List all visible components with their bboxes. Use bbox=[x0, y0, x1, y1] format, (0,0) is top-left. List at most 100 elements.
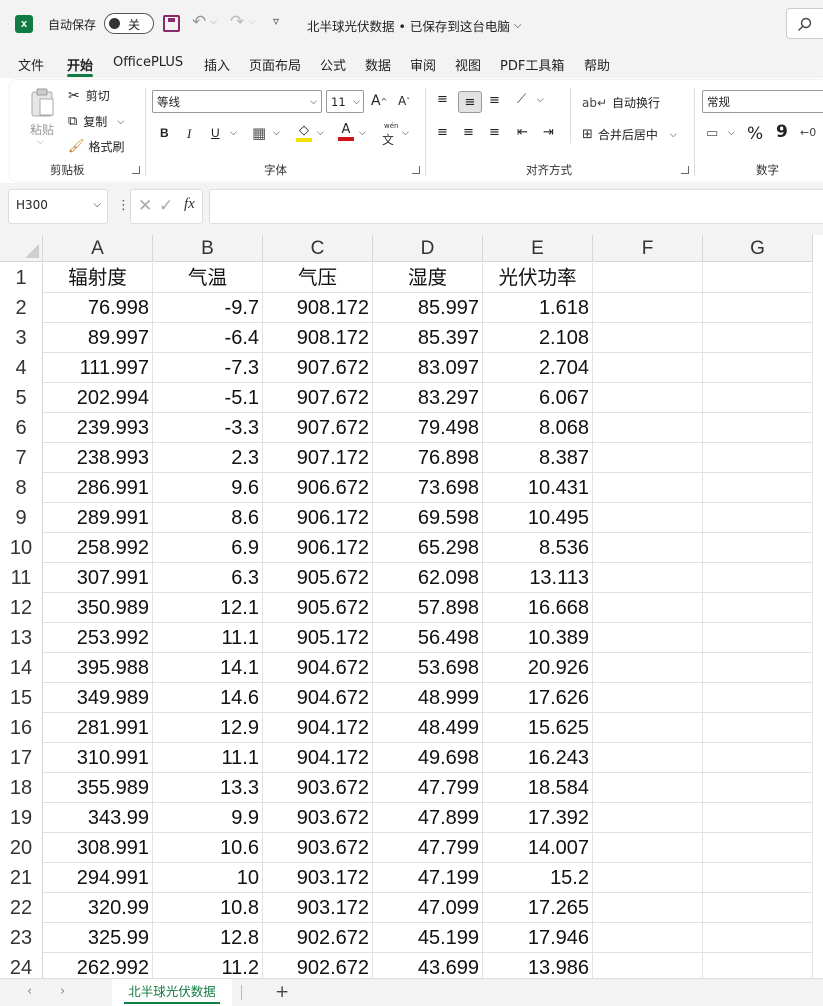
tab-officeplus[interactable]: OfficePLUS bbox=[113, 55, 183, 70]
data-cell[interactable]: 56.498 bbox=[373, 623, 483, 653]
chevron-down-icon[interactable]: ⌵ bbox=[359, 128, 366, 138]
data-cell[interactable]: 294.991 bbox=[43, 863, 153, 893]
data-cell[interactable]: 906.672 bbox=[263, 473, 373, 503]
data-cell[interactable]: 903.172 bbox=[263, 893, 373, 923]
data-cell[interactable]: -3.3 bbox=[153, 413, 263, 443]
header-cell[interactable] bbox=[703, 263, 813, 293]
chevron-down-icon[interactable]: ⌵ bbox=[273, 128, 280, 138]
data-cell[interactable]: 903.672 bbox=[263, 833, 373, 863]
data-cell[interactable]: 85.997 bbox=[373, 293, 483, 323]
data-cell[interactable] bbox=[593, 893, 703, 923]
data-cell[interactable]: 15.625 bbox=[483, 713, 593, 743]
data-cell[interactable]: 11.2 bbox=[153, 953, 263, 978]
data-cell[interactable]: 45.199 bbox=[373, 923, 483, 953]
column-header-d[interactable]: D bbox=[373, 235, 483, 262]
data-cell[interactable]: 20.926 bbox=[483, 653, 593, 683]
increase-indent-icon[interactable]: ⇥ bbox=[543, 125, 554, 140]
header-cell[interactable]: 气压 bbox=[263, 263, 373, 293]
chevron-down-icon[interactable]: ⌵ bbox=[728, 128, 735, 138]
data-cell[interactable]: 906.172 bbox=[263, 533, 373, 563]
data-cell[interactable]: 47.199 bbox=[373, 863, 483, 893]
data-cell[interactable]: 43.699 bbox=[373, 953, 483, 978]
tab-file[interactable]: 文件 bbox=[18, 55, 44, 74]
data-cell[interactable] bbox=[593, 413, 703, 443]
data-cell[interactable]: 10.389 bbox=[483, 623, 593, 653]
comma-style-button[interactable]: 9 bbox=[776, 122, 788, 142]
data-cell[interactable] bbox=[703, 563, 813, 593]
data-cell[interactable] bbox=[703, 713, 813, 743]
align-top-icon[interactable]: ≡ bbox=[437, 92, 448, 107]
row-header[interactable]: 13 bbox=[0, 623, 43, 653]
wrap-text-button[interactable]: ab↵ 自动换行 bbox=[582, 94, 660, 111]
row-header[interactable]: 24 bbox=[0, 953, 43, 978]
row-header[interactable]: 14 bbox=[0, 653, 43, 683]
data-cell[interactable] bbox=[703, 413, 813, 443]
more-options-icon[interactable]: ⋮ bbox=[117, 198, 130, 213]
insert-function-button[interactable]: fx bbox=[184, 196, 195, 213]
data-cell[interactable]: -6.4 bbox=[153, 323, 263, 353]
data-cell[interactable]: 8.387 bbox=[483, 443, 593, 473]
data-cell[interactable] bbox=[703, 443, 813, 473]
row-header[interactable]: 19 bbox=[0, 803, 43, 833]
paste-dropdown-icon[interactable]: ⌵ bbox=[37, 137, 44, 147]
merge-center-button[interactable]: ⊞ 合并后居中 ⌵ bbox=[582, 126, 677, 143]
row-header[interactable]: 11 bbox=[0, 563, 43, 593]
data-cell[interactable]: 286.991 bbox=[43, 473, 153, 503]
row-header[interactable]: 23 bbox=[0, 923, 43, 953]
row-header[interactable]: 1 bbox=[0, 263, 43, 293]
row-header[interactable]: 3 bbox=[0, 323, 43, 353]
data-cell[interactable]: 904.172 bbox=[263, 743, 373, 773]
data-cell[interactable] bbox=[703, 503, 813, 533]
document-title[interactable]: 北半球光伏数据 • 已保存到这台电脑 ⌵ bbox=[307, 16, 521, 35]
data-cell[interactable]: 57.898 bbox=[373, 593, 483, 623]
column-header-e[interactable]: E bbox=[483, 235, 593, 262]
data-cell[interactable]: 320.99 bbox=[43, 893, 153, 923]
data-cell[interactable]: 83.097 bbox=[373, 353, 483, 383]
data-cell[interactable]: 79.498 bbox=[373, 413, 483, 443]
data-cell[interactable]: 310.991 bbox=[43, 743, 153, 773]
undo-icon[interactable]: ↶ ⌵ bbox=[192, 12, 217, 32]
header-cell[interactable] bbox=[593, 263, 703, 293]
data-cell[interactable] bbox=[593, 503, 703, 533]
data-cell[interactable]: 47.099 bbox=[373, 893, 483, 923]
data-cell[interactable]: 11.1 bbox=[153, 623, 263, 653]
data-cell[interactable]: 907.672 bbox=[263, 353, 373, 383]
scroll-left-icon[interactable]: ‹ bbox=[27, 984, 32, 999]
data-cell[interactable]: 10.495 bbox=[483, 503, 593, 533]
chevron-down-icon[interactable]: ⌵ bbox=[402, 128, 409, 138]
data-cell[interactable]: 308.991 bbox=[43, 833, 153, 863]
data-cell[interactable]: -5.1 bbox=[153, 383, 263, 413]
data-cell[interactable]: 12.8 bbox=[153, 923, 263, 953]
data-cell[interactable]: 85.397 bbox=[373, 323, 483, 353]
align-right-icon[interactable]: ≡ bbox=[489, 125, 500, 140]
data-cell[interactable]: -7.3 bbox=[153, 353, 263, 383]
data-cell[interactable]: 281.991 bbox=[43, 713, 153, 743]
autosave-toggle[interactable]: 关 bbox=[104, 13, 154, 34]
redo-icon[interactable]: ↷ ⌵ bbox=[230, 12, 255, 32]
data-cell[interactable]: 202.994 bbox=[43, 383, 153, 413]
data-cell[interactable]: 238.993 bbox=[43, 443, 153, 473]
data-cell[interactable]: 17.392 bbox=[483, 803, 593, 833]
row-header[interactable]: 18 bbox=[0, 773, 43, 803]
data-cell[interactable] bbox=[593, 743, 703, 773]
data-cell[interactable] bbox=[703, 533, 813, 563]
data-cell[interactable]: 6.9 bbox=[153, 533, 263, 563]
data-cell[interactable] bbox=[593, 803, 703, 833]
data-cell[interactable] bbox=[593, 473, 703, 503]
data-cell[interactable]: 83.297 bbox=[373, 383, 483, 413]
data-cell[interactable]: 905.672 bbox=[263, 563, 373, 593]
format-painter-button[interactable]: 🖌 格式刷 bbox=[68, 138, 125, 155]
phonetic-icon[interactable]: wén 文 bbox=[382, 122, 398, 148]
chevron-down-icon[interactable]: ⌵ bbox=[537, 95, 544, 105]
chevron-down-icon[interactable]: ⌵ bbox=[317, 128, 324, 138]
data-cell[interactable] bbox=[593, 683, 703, 713]
sheet-tab-active[interactable]: 北半球光伏数据 bbox=[112, 979, 232, 1006]
spreadsheet-grid[interactable]: A B C D E F G 1 辐射度 气温 气压 湿度 光伏功率 2 76.998 -9.7 908.172 8… bbox=[0, 235, 823, 978]
tab-data[interactable]: 数据 bbox=[365, 55, 391, 74]
data-cell[interactable]: 111.997 bbox=[43, 353, 153, 383]
percent-button[interactable]: % bbox=[747, 124, 763, 144]
data-cell[interactable] bbox=[593, 563, 703, 593]
data-cell[interactable]: 1.618 bbox=[483, 293, 593, 323]
data-cell[interactable]: 53.698 bbox=[373, 653, 483, 683]
data-cell[interactable] bbox=[593, 923, 703, 953]
